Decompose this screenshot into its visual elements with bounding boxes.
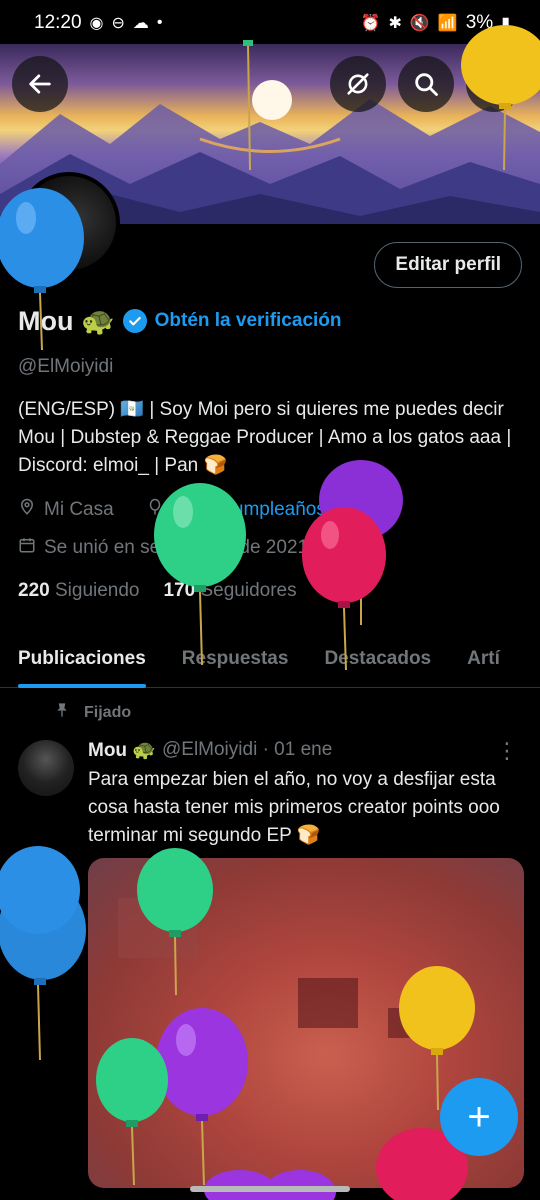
following-link[interactable]: 220 Siguiendo [18,580,140,602]
pin-icon [54,701,70,724]
profile-location: Mi Casa [44,499,114,520]
edit-profile-button[interactable]: Editar perfil [374,242,522,288]
follow-stats: 220 Siguiendo 170 Seguidores [18,580,297,602]
pinned-label: Fijado [84,703,132,721]
profile-joined: Se unió en septiembre de 2021 [44,537,309,558]
profile-handle: @ElMoiyidi [18,356,114,377]
pinned-indicator: Fijado [54,701,131,724]
profile-name-row: Mou 🐢 Obtén la verificación [18,305,342,337]
get-verified-link[interactable]: Obtén la verificación [155,310,342,332]
do-not-disturb-icon: ⊖ [111,15,125,32]
search-button[interactable] [398,56,454,112]
whatsapp-icon: ◉ [89,15,104,32]
grok-icon [347,73,369,95]
profile-tabs: Publicaciones Respuestas Destacados Artí [0,630,540,688]
image-shading [118,898,198,958]
balloon [319,460,403,625]
arrow-left-icon [29,74,51,94]
more-vertical-icon [491,73,497,95]
balloon [0,846,86,1061]
tab-articulos[interactable]: Artí [449,630,518,688]
following-count: 220 [18,580,50,601]
status-time: 12:20 [34,12,82,33]
post-header: Mou 🐢 @ElMoiyidi · 01 ene [88,738,332,762]
image-shading [298,978,358,1028]
location-icon [18,498,36,522]
followers-count: 170 [163,580,196,601]
followers-link[interactable]: 170 Seguidores [164,580,297,602]
compose-button[interactable]: + [440,1078,518,1156]
tab-publicaciones[interactable]: Publicaciones [0,630,164,688]
following-label: Siguiendo [54,580,140,601]
tab-destacados[interactable]: Destacados [306,630,449,688]
post-more-icon[interactable]: ⋮ [496,738,518,764]
profile-meta-row: Mi Casa ¡Feliz cumpleaños! [18,498,331,522]
status-bar: 12:20 ◉ ⊖ ☁ • ⏰ ✱ 🔇 📶 3% ▮ [0,0,540,46]
alarm-icon: ⏰ [360,15,381,32]
battery-icon: ▮ [501,15,510,32]
profile-name: Mou 🐢 [18,306,115,336]
image-shading [388,1008,428,1038]
grok-button[interactable] [330,56,386,112]
bluetooth-icon: ✱ [388,15,402,32]
followers-label: Seguidores [200,580,297,601]
verified-badge-icon[interactable] [122,309,147,333]
battery-level: 3% [465,12,494,33]
post-handle-date: @ElMoiyidi · 01 ene [161,739,333,760]
calendar-icon [18,536,36,560]
search-icon [415,73,438,96]
wifi-icon: 📶 [437,15,458,32]
post-text: Para empezar bien el año, no voy a desfi… [88,769,500,846]
back-button[interactable] [12,56,68,112]
post-author-avatar[interactable] [18,740,74,796]
dot-icon: • [156,14,163,31]
post-author-name[interactable]: Mou 🐢 [88,738,156,762]
balloon-icon [146,498,164,522]
profile-avatar[interactable] [18,172,120,274]
profile-joined-row: Se unió en septiembre de 2021 [18,536,308,560]
tab-respuestas[interactable]: Respuestas [164,630,307,688]
more-button[interactable] [466,56,522,112]
cloud-icon: ☁ [132,15,149,32]
profile-bio: (ENG/ESP) 🇬🇹 | Soy Moi pero si quieres m… [18,399,512,476]
home-indicator[interactable] [190,1186,350,1192]
plus-icon: + [467,1094,491,1139]
mute-icon: 🔇 [409,15,430,32]
birthday-link[interactable]: ¡Feliz cumpleaños! [172,499,331,521]
